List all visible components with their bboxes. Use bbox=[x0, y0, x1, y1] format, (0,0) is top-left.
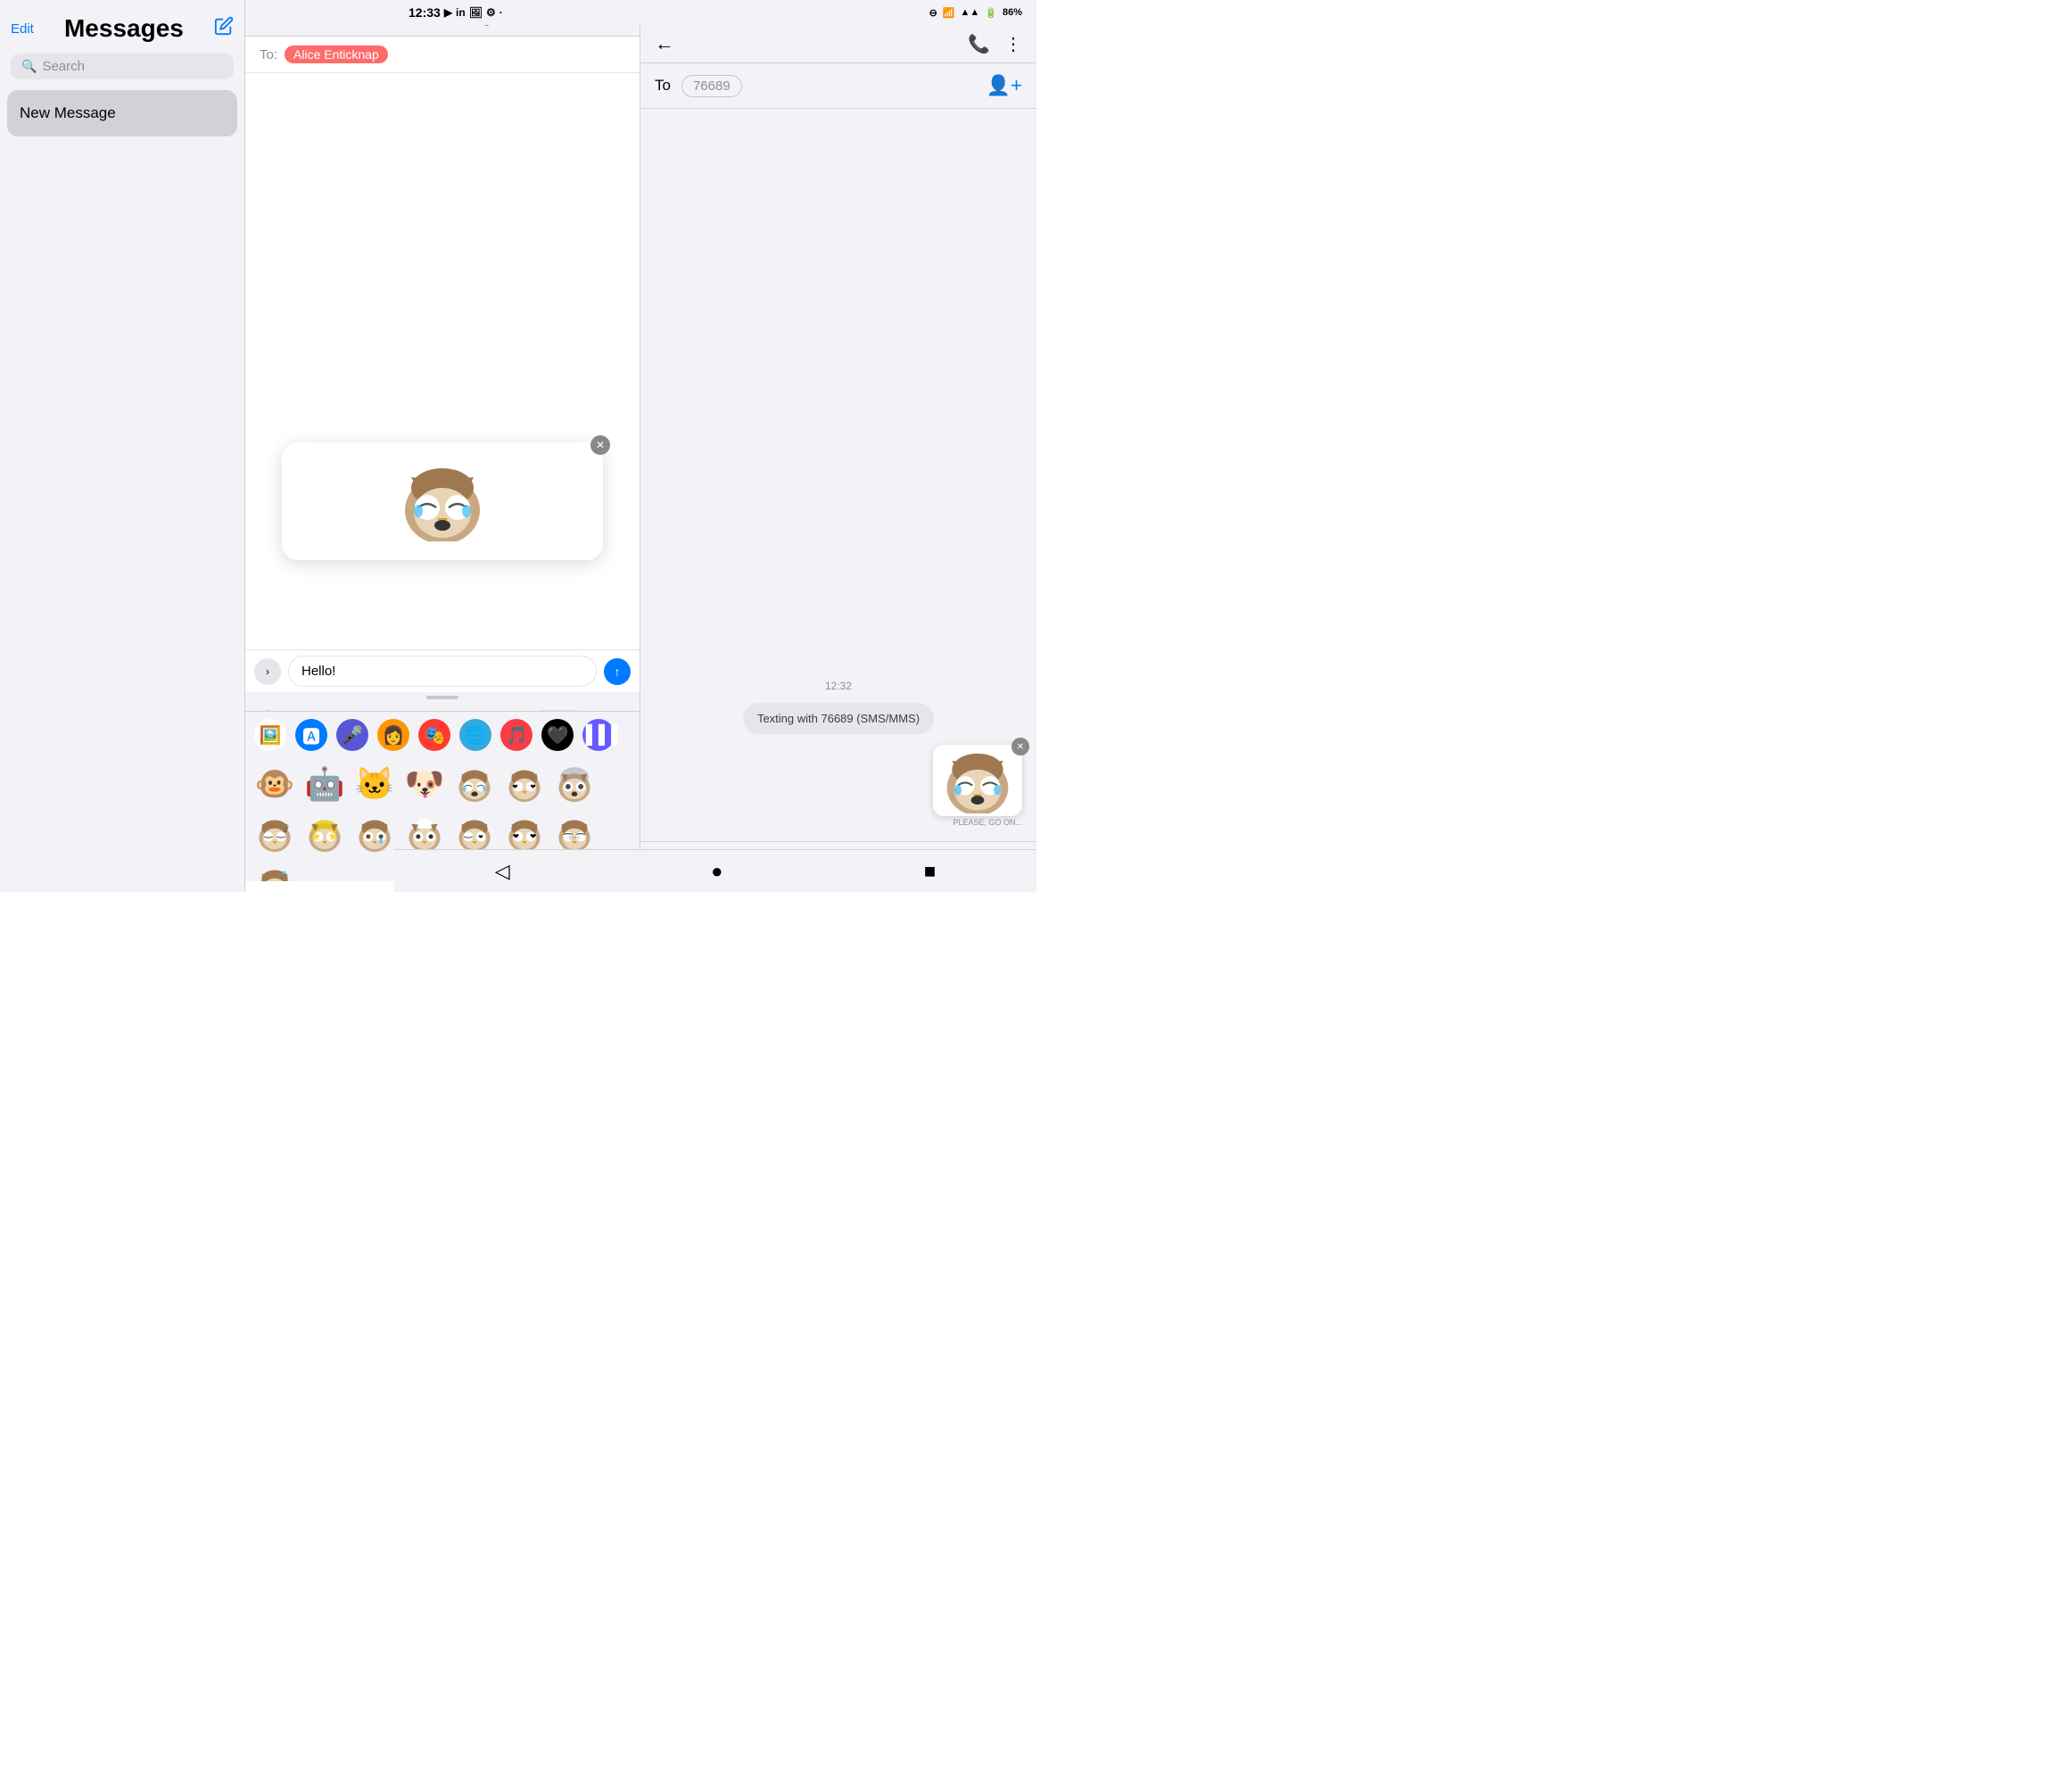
youtube-icon: ▶ bbox=[444, 6, 452, 19]
sticker-dog[interactable]: 🐶 bbox=[400, 760, 449, 808]
svg-text:❤: ❤ bbox=[478, 834, 483, 840]
sms-panel: 12:33 ▶ in 🖼 ⚙ · ⊖ 📶 ▲▲ 🔋 86% ← 📞 ⋮ bbox=[640, 0, 1036, 892]
sticker-message-close[interactable]: ✕ bbox=[1011, 738, 1029, 755]
sticker-cat[interactable]: 🐱 bbox=[351, 760, 399, 808]
memoji-app-icon[interactable]: 👩 bbox=[377, 719, 409, 751]
send-button[interactable]: ↑ bbox=[604, 658, 631, 685]
avatar-app-icon[interactable]: 🎭 bbox=[418, 719, 450, 751]
photos-app-icon[interactable]: 🖼️ bbox=[254, 719, 286, 751]
sticker-owl-star-eyes[interactable]: ⭐ ⭐ bbox=[301, 810, 349, 858]
status-bar: 12:33 ▶ in 🖼 ⚙ · ⊖ 📶 ▲▲ 🔋 86% bbox=[394, 0, 1036, 25]
sticker-owl-large bbox=[389, 457, 496, 546]
sms-to-row: To 76689 👤+ bbox=[640, 63, 1036, 109]
search-bar[interactable]: 🔍 Search bbox=[11, 54, 234, 79]
music-app-icon[interactable]: 🎵 bbox=[500, 719, 532, 751]
sticker-owl-tear[interactable] bbox=[351, 810, 399, 858]
battery-icon: 🔋 bbox=[985, 7, 997, 19]
new-message-label: New Message bbox=[20, 104, 116, 121]
back-nav-button[interactable]: ◁ bbox=[495, 860, 510, 883]
messages-header: Edit Messages bbox=[0, 0, 244, 50]
messages-panel: Edit Messages 🔍 Search New Message bbox=[0, 0, 245, 892]
recipient-number-chip[interactable]: 76689 bbox=[681, 75, 742, 97]
home-nav-button[interactable]: ● bbox=[711, 860, 722, 883]
back-button[interactable]: ← bbox=[655, 32, 674, 55]
linkedin-icon: in bbox=[456, 6, 466, 19]
messages-title: Messages bbox=[64, 14, 184, 43]
status-time: 12:33 bbox=[409, 5, 441, 20]
phone-button[interactable]: 📞 bbox=[968, 33, 990, 55]
wifi-icon: 📶 bbox=[943, 7, 955, 19]
app-container: Edit Messages 🔍 Search New Message New i… bbox=[0, 0, 1036, 892]
sms-actions: 📞 ⋮ bbox=[968, 33, 1022, 55]
new-message-item[interactable]: New Message bbox=[7, 90, 237, 136]
sticker-popup-close[interactable]: ✕ bbox=[590, 435, 610, 455]
dnd-icon: ⊖ bbox=[929, 7, 937, 19]
svg-text:❤: ❤ bbox=[530, 782, 536, 790]
svg-text:❤: ❤ bbox=[530, 831, 536, 840]
sticker-robot[interactable]: 🤖 bbox=[301, 760, 349, 808]
message-input[interactable]: Hello! bbox=[288, 656, 597, 687]
android-nav-bar: ◁ ● ■ bbox=[394, 849, 1036, 892]
sticker-monkey[interactable]: 🐵 bbox=[251, 760, 299, 808]
edit-button[interactable]: Edit bbox=[11, 21, 34, 37]
sms-to-label: To bbox=[655, 77, 671, 95]
compose-panel: New iMessage Cancel To: Alice Enticknap … bbox=[245, 0, 640, 892]
svg-text:⭐: ⭐ bbox=[311, 831, 320, 840]
svg-text:B$!#%: B$!#% bbox=[569, 835, 581, 839]
globe-app-icon[interactable]: 🌐 bbox=[459, 719, 491, 751]
compose-input-row: › Hello! ↑ bbox=[245, 649, 640, 692]
svg-text:⭐: ⭐ bbox=[328, 831, 337, 840]
stripe-app-icon[interactable]: ▐▐▐ bbox=[582, 719, 615, 751]
status-left: 12:33 ▶ in 🖼 ⚙ · bbox=[409, 5, 503, 20]
heart-app-icon[interactable]: 🖤 bbox=[541, 719, 574, 751]
drag-handle bbox=[245, 692, 640, 703]
photos-icon: 🖼 bbox=[469, 6, 483, 19]
svg-text:❤: ❤ bbox=[513, 831, 519, 840]
audio-app-icon[interactable]: 🎤 bbox=[336, 719, 368, 751]
sticker-message-label: PLEASE, GO ON... bbox=[953, 818, 1022, 827]
more-button[interactable]: ⋮ bbox=[1004, 33, 1022, 55]
status-right: ⊖ 📶 ▲▲ 🔋 86% bbox=[929, 7, 1022, 19]
signal-icon: ▲▲ bbox=[960, 7, 979, 18]
settings-icon: ⚙ bbox=[486, 6, 496, 19]
recents-nav-button[interactable]: ■ bbox=[924, 860, 936, 883]
sticker-message-image bbox=[933, 745, 1022, 816]
sms-info-bubble: Texting with 76689 (SMS/MMS) bbox=[743, 703, 934, 734]
sticker-popup: ✕ bbox=[282, 442, 603, 560]
expand-button[interactable]: › bbox=[254, 658, 281, 685]
search-placeholder: Search bbox=[42, 59, 85, 74]
appstore-app-icon[interactable]: 🅰 bbox=[295, 719, 327, 751]
to-field: To: Alice Enticknap bbox=[245, 37, 640, 73]
compose-button[interactable] bbox=[214, 16, 234, 41]
recipient-chip[interactable]: Alice Enticknap bbox=[285, 45, 388, 63]
dot-icon: · bbox=[499, 6, 503, 19]
sticker-owl-cry[interactable] bbox=[450, 760, 499, 808]
message-timestamp: 12:32 bbox=[655, 680, 1022, 692]
svg-text:❤: ❤ bbox=[512, 782, 518, 790]
sticker-owl-drop[interactable] bbox=[251, 860, 299, 881]
add-contact-button[interactable]: 👤+ bbox=[986, 74, 1022, 97]
battery-percent: 86% bbox=[1003, 7, 1022, 18]
apps-row: 🖼️ 🅰 🎤 👩 🎭 🌐 🎵 🖤 ▐▐▐ bbox=[245, 711, 640, 758]
sticker-owl-sleep[interactable]: Z z bbox=[251, 810, 299, 858]
sticker-owl-surprised[interactable] bbox=[550, 760, 598, 808]
search-icon: 🔍 bbox=[21, 59, 37, 74]
to-label: To: bbox=[260, 47, 277, 62]
sms-body: 12:32 Texting with 76689 (SMS/MMS) ✕ bbox=[640, 109, 1036, 841]
sticker-owl-hearts[interactable]: ❤ ❤ bbox=[500, 760, 549, 808]
sticker-message: ✕ bbox=[933, 745, 1022, 827]
compose-body: ✕ bbox=[245, 73, 640, 649]
